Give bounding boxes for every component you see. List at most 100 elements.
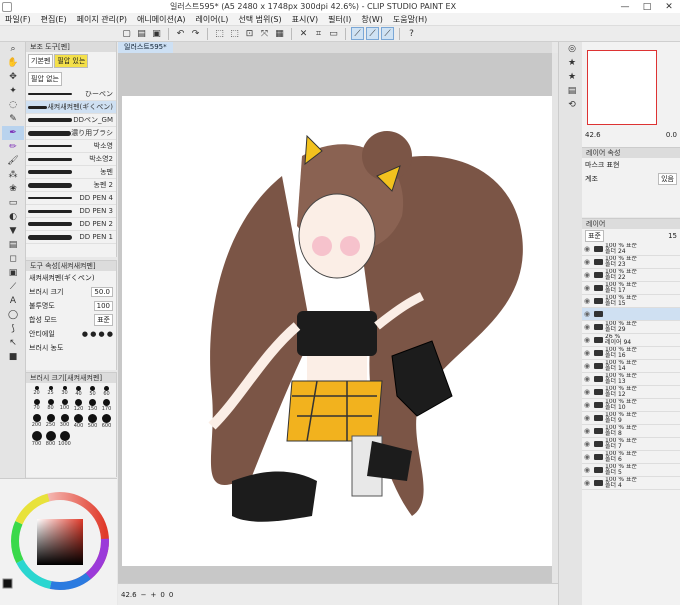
menu-selection[interactable]: 선택 범위(S)	[233, 14, 286, 25]
size-value[interactable]: 50.0	[91, 287, 113, 297]
size-preset[interactable]: 40	[72, 386, 85, 397]
size-preset[interactable]: 25	[44, 386, 57, 397]
color-wheel-svg[interactable]	[0, 479, 117, 599]
size-row[interactable]: 브러시 크기 50.0	[26, 285, 116, 299]
layer-row[interactable]: ◉ 100 % 표준 폴더 24	[582, 243, 680, 256]
density-row[interactable]: 브러시 농도	[26, 341, 116, 355]
layer-row[interactable]: ◉ 100 % 표준 폴더 6	[582, 451, 680, 464]
layer-row[interactable]: ◉ 100 % 표준 폴더 23	[582, 256, 680, 269]
close-button[interactable]: ✕	[658, 2, 680, 12]
new-file-icon[interactable]: ▢	[120, 27, 133, 40]
zoom-in-icon[interactable]: +	[150, 591, 156, 599]
undo-icon[interactable]: ↶	[174, 27, 187, 40]
eraser-icon[interactable]: ▭	[2, 196, 24, 210]
layer-blend-row[interactable]: 표준 15	[582, 229, 680, 243]
size-preset[interactable]: 300	[58, 414, 71, 429]
layer-row[interactable]: ◉ 100 % 표준 폴더 12	[582, 386, 680, 399]
menu-file[interactable]: 파일(F)	[0, 14, 36, 25]
snap-grid-icon[interactable]: ⟋	[381, 27, 394, 40]
size-preset[interactable]: 30	[58, 386, 71, 397]
star2-icon[interactable]: ★	[561, 70, 583, 84]
menu-help[interactable]: 도움말(H)	[388, 14, 432, 25]
eye-icon[interactable]: ◉	[584, 245, 592, 253]
menu-page[interactable]: 페이지 관리(P)	[72, 14, 132, 25]
eye-icon[interactable]: ◉	[584, 362, 592, 370]
correct-line-icon[interactable]: ⟆	[2, 322, 24, 336]
size-preset[interactable]: 80	[44, 399, 57, 412]
group-basic-pen[interactable]: 기본펜	[28, 54, 54, 68]
eye-icon[interactable]: ◉	[584, 414, 592, 422]
navigator-zoom[interactable]: 42.6	[585, 131, 601, 139]
minimize-button[interactable]: —	[614, 2, 636, 12]
menu-window[interactable]: 창(W)	[356, 14, 388, 25]
layer-row[interactable]: ◉	[582, 308, 680, 321]
eye-icon[interactable]: ◉	[584, 310, 592, 318]
layer-opacity[interactable]: 15	[668, 232, 677, 240]
maximize-button[interactable]: □	[636, 2, 658, 12]
layer-row[interactable]: ◉ 100 % 표준 폴더 13	[582, 373, 680, 386]
hand-icon[interactable]: ✋	[2, 56, 24, 70]
layer-row[interactable]: ◉ 100 % 표준 폴더 29	[582, 321, 680, 334]
layer-row[interactable]: ◉ 100 % 표준 폴더 22	[582, 269, 680, 282]
size-preset[interactable]: 400	[72, 414, 85, 429]
brush-item[interactable]: 농펜	[26, 166, 116, 179]
size-preset[interactable]: 70	[30, 399, 43, 412]
layer-panel-icon[interactable]: ▤	[561, 84, 583, 98]
pencil-icon[interactable]: ✏	[2, 140, 24, 154]
ruler-icon[interactable]: ⟋	[2, 280, 24, 294]
layer-row[interactable]: ◉ 100 % 표준 폴더 4	[582, 477, 680, 490]
move-icon[interactable]: ✥	[2, 70, 24, 84]
zoom-icon[interactable]: ⌕	[2, 42, 24, 56]
wand-icon[interactable]: ✦	[2, 84, 24, 98]
layer-blend-select[interactable]: 표준	[585, 230, 604, 242]
layer-row[interactable]: ◉ 100 % 표준 폴더 14	[582, 360, 680, 373]
eye-icon[interactable]: ◉	[584, 401, 592, 409]
layer-row[interactable]: ◉ 100 % 표준 폴더 7	[582, 438, 680, 451]
brush-item[interactable]: 농펜 2	[26, 179, 116, 192]
figure-icon[interactable]: ◻	[2, 252, 24, 266]
position-x[interactable]: 0	[160, 591, 164, 599]
brush-item[interactable]: 박소영	[26, 140, 116, 153]
antialias-row[interactable]: 안티에일 ● ● ● ●	[26, 327, 116, 341]
size-preset[interactable]: 800	[44, 431, 57, 447]
size-preset[interactable]: 120	[72, 399, 85, 412]
size-preset[interactable]: 1000	[58, 431, 71, 447]
canvas-area[interactable]	[118, 53, 552, 583]
history-icon[interactable]: ⟲	[561, 98, 583, 112]
brush-item[interactable]: 濃り用ブラシ	[26, 127, 116, 140]
lasso-icon[interactable]: ◌	[2, 98, 24, 112]
menu-layer[interactable]: 레이어(L)	[191, 14, 234, 25]
aa-dots[interactable]: ● ● ● ●	[82, 330, 113, 338]
frame-icon[interactable]: ▣	[2, 266, 24, 280]
brush-item[interactable]: DDペン_GM	[26, 114, 116, 127]
opacity-value[interactable]: 100	[93, 301, 113, 311]
zoom-out-icon[interactable]: −	[141, 591, 147, 599]
transform-icon[interactable]: ⤧	[258, 27, 271, 40]
brush-item[interactable]: DD PEN 2	[26, 218, 116, 231]
tone-select[interactable]: 있음	[658, 173, 677, 185]
position-y[interactable]: 0	[169, 591, 173, 599]
airbrush-icon[interactable]: ⁂	[2, 168, 24, 182]
canvas-icon[interactable]: ▭	[327, 27, 340, 40]
zoom-readout[interactable]: 42.6	[121, 591, 137, 599]
eye-icon[interactable]: ◉	[584, 271, 592, 279]
eye-icon[interactable]: ◉	[584, 375, 592, 383]
crop-icon[interactable]: ⌗	[312, 27, 325, 40]
menu-edit[interactable]: 편집(E)	[36, 14, 72, 25]
color-swatch-icon[interactable]: ■	[2, 350, 24, 364]
eye-icon[interactable]: ◉	[584, 453, 592, 461]
star-icon[interactable]: ★	[561, 56, 583, 70]
eye-icon[interactable]: ◉	[584, 427, 592, 435]
paper[interactable]	[122, 96, 552, 566]
canvas-tab[interactable]: 일러스트595*	[118, 42, 173, 53]
layer-row[interactable]: ◉ 100 % 표준 폴더 5	[582, 464, 680, 477]
group-pressure[interactable]: 필압 있는	[54, 54, 89, 68]
brush-icon[interactable]: 🖌	[2, 154, 24, 168]
object-icon[interactable]: ↖	[2, 336, 24, 350]
fill-tool-icon[interactable]: ▼	[2, 224, 24, 238]
layer-row[interactable]: ◉ 100 % 표준 폴더 17	[582, 282, 680, 295]
menu-animation[interactable]: 애니메이션(A)	[132, 14, 191, 25]
pen-icon[interactable]: ✒	[2, 126, 24, 140]
select-all-icon[interactable]: ⬚	[213, 27, 226, 40]
eye-icon[interactable]: ◉	[584, 349, 592, 357]
